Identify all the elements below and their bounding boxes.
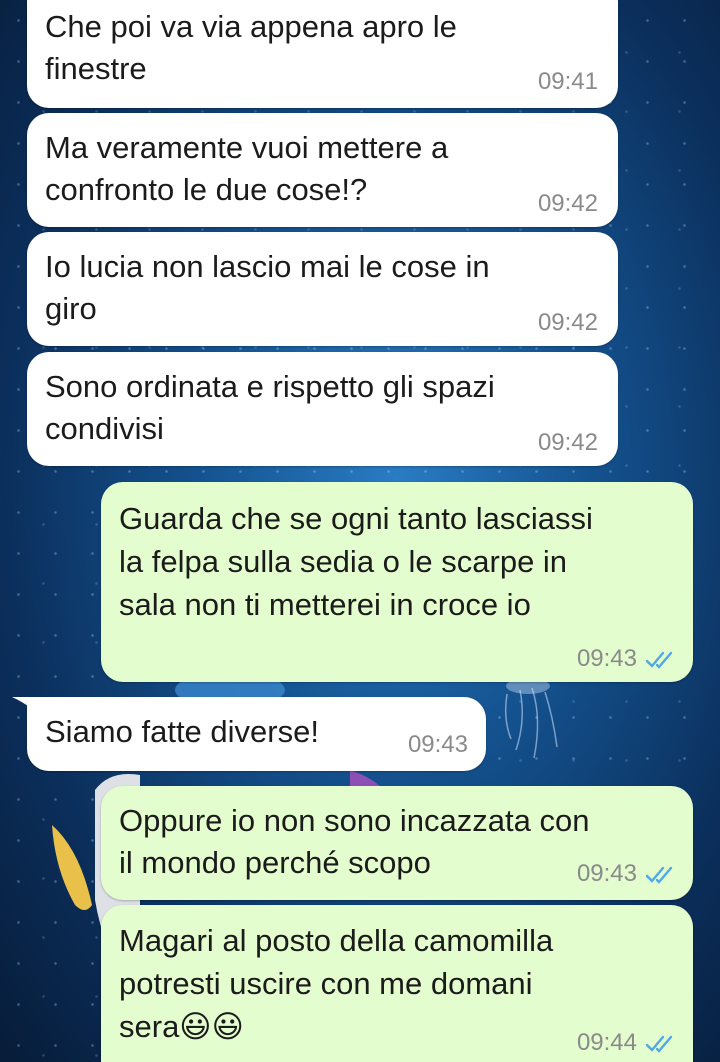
message-outgoing[interactable]: Oppure io non sono incazzata con il mond… — [101, 786, 693, 900]
message-incoming[interactable]: Ma veramente vuoi mettere a confronto le… — [27, 113, 618, 227]
message-incoming[interactable]: Siamo fatte diverse! 09:43 — [27, 697, 486, 771]
message-text-line: potresti uscire con me domani — [119, 966, 533, 1001]
message-timestamp: 09:43 — [576, 860, 637, 887]
message-text-line: Magari al posto della camomilla — [119, 923, 554, 958]
message-incoming[interactable]: Sono ordinata e rispetto gli spazi condi… — [27, 352, 618, 466]
message-text-line: Guarda che se ogni tanto lasciassi — [119, 501, 593, 536]
message-timestamp: 09:44 — [576, 1029, 637, 1056]
message-timestamp: 09:42 — [537, 309, 598, 336]
message-text-line: finestre — [45, 51, 147, 86]
message-outgoing[interactable]: Guarda che se ogni tanto lasciassi la fe… — [101, 482, 693, 682]
message-outgoing[interactable]: Magari al posto della camomilla potresti… — [101, 905, 693, 1062]
message-text-line: Io lucia non lascio mai le cose in — [45, 249, 490, 284]
message-timestamp: 09:41 — [537, 68, 598, 95]
message-text-line: sala non ti metterei in croce io — [119, 587, 531, 622]
message-text-line: la felpa sulla sedia o le scarpe in — [119, 544, 568, 579]
message-text-line: Che poi va via appena apro le — [45, 9, 457, 44]
message-text-line: Siamo fatte diverse! — [45, 714, 319, 749]
message-text-line: Oppure io non sono incazzata con — [119, 803, 590, 838]
message-text-line: giro — [45, 291, 97, 326]
message-timestamp: 09:42 — [537, 429, 598, 456]
message-text-line: confronto le due cose!? — [45, 172, 368, 207]
message-text-line: Sono ordinata e rispetto gli spazi — [45, 369, 495, 404]
message-timestamp: 09:43 — [407, 731, 468, 758]
message-incoming[interactable]: Che poi va via appena apro le finestre 0… — [27, 0, 618, 108]
message-timestamp: 09:42 — [537, 190, 598, 217]
double-check-icon — [645, 1035, 673, 1053]
message-timestamp: 09:43 — [576, 645, 637, 672]
double-check-icon — [645, 651, 673, 669]
message-text-line: condivisi — [45, 411, 164, 446]
message-text-line: Ma veramente vuoi mettere a — [45, 130, 449, 165]
message-text-line: sera😃😃 — [119, 1009, 244, 1044]
double-check-icon — [645, 866, 673, 884]
message-text-line: il mondo perché scopo — [119, 845, 431, 880]
message-incoming[interactable]: Io lucia non lascio mai le cose in giro … — [27, 232, 618, 346]
